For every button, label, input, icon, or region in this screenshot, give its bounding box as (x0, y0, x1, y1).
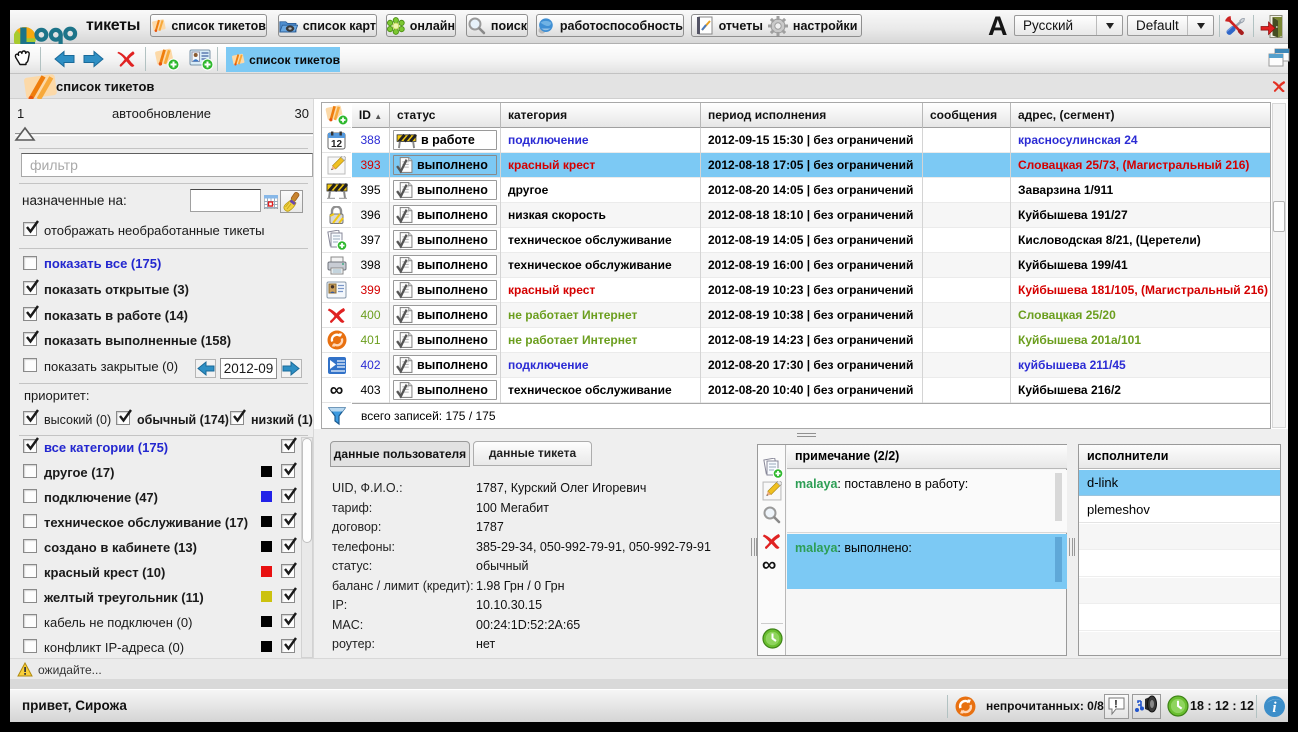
svg-text:!: ! (1114, 699, 1118, 711)
svg-text:12: 12 (331, 139, 343, 150)
